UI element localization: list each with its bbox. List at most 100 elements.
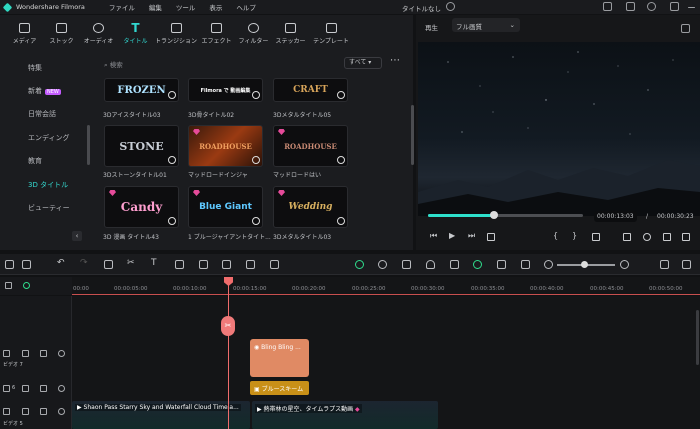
track-lock-icon[interactable] (3, 350, 10, 357)
sidebar-item-education[interactable]: 教育 (28, 156, 42, 166)
title-thumbnail[interactable]: Filmora で 動画編集 (188, 78, 263, 102)
add-marker-icon[interactable] (592, 233, 600, 241)
tab-media[interactable]: メディア (6, 15, 43, 52)
link-icon[interactable] (23, 282, 30, 289)
microphone-icon[interactable] (426, 260, 435, 269)
download-icon[interactable] (252, 156, 260, 164)
title-clip[interactable]: ◉ Bling Bling ... (250, 339, 309, 377)
subtitle-icon[interactable] (521, 260, 530, 269)
track-lock-icon[interactable] (3, 408, 10, 415)
sidebar-scrollbar[interactable] (87, 125, 90, 165)
track-speaker-icon[interactable] (40, 350, 47, 357)
camera-icon[interactable] (643, 233, 651, 241)
track-eye-icon[interactable] (58, 350, 65, 357)
settings-icon[interactable] (682, 260, 691, 269)
fullscreen-icon[interactable] (682, 233, 690, 241)
grid-scrollbar[interactable] (411, 105, 414, 165)
minimize-icon[interactable] (688, 7, 695, 8)
track-lock-icon[interactable] (3, 385, 10, 392)
tab-effects[interactable]: エフェクト (198, 15, 235, 52)
cloud-icon[interactable] (647, 2, 656, 11)
menu-help[interactable]: ヘルプ (236, 2, 256, 12)
play-icon[interactable]: ▶ (449, 231, 457, 240)
delete-icon[interactable] (104, 260, 113, 269)
zoom-out-icon[interactable] (544, 260, 553, 269)
collapse-sidebar-icon[interactable]: ‹ (72, 231, 82, 241)
download-icon[interactable] (168, 217, 176, 225)
timeline-vertical-scrollbar[interactable] (696, 310, 699, 365)
render-icon[interactable] (355, 260, 364, 269)
crop-icon[interactable] (175, 260, 184, 269)
tab-titles[interactable]: T タイトル (117, 15, 154, 52)
sidebar-item-new[interactable]: 新着 NEW (28, 86, 61, 96)
export-frame-icon[interactable] (270, 260, 279, 269)
zoom-in-icon[interactable] (620, 260, 629, 269)
timeline-ruler[interactable]: 00:00 00:00:05:00 00:00:10:00 00:00:15:0… (72, 277, 700, 295)
download-icon[interactable] (337, 217, 345, 225)
snapshot-icon[interactable] (681, 24, 690, 33)
stop-icon[interactable] (487, 233, 495, 241)
download-icon[interactable] (168, 91, 176, 99)
grid-view-icon[interactable] (660, 260, 669, 269)
download-icon[interactable] (337, 156, 345, 164)
title-thumbnail[interactable]: CRAFT (273, 78, 348, 102)
tab-templates[interactable]: テンプレート (309, 15, 353, 52)
zoom-slider-handle[interactable] (581, 261, 588, 268)
save-icon[interactable] (603, 2, 612, 11)
scissors-icon[interactable]: ✂ (127, 258, 136, 268)
redo-icon[interactable]: ↷ (80, 258, 89, 268)
tab-transitions[interactable]: トランジション (154, 15, 198, 52)
account-icon[interactable] (670, 2, 679, 11)
playhead-line[interactable] (228, 281, 229, 429)
title-thumbnail[interactable]: FROZEN (104, 78, 179, 102)
title-thumbnail[interactable]: ROADHOUSE (188, 125, 263, 167)
undo-icon[interactable]: ↶ (57, 258, 66, 268)
track-mute-icon[interactable] (22, 350, 29, 357)
snap-icon[interactable] (473, 260, 482, 269)
next-frame-icon[interactable]: ⏭ (468, 231, 476, 240)
tab-stock[interactable]: ストック (43, 15, 80, 52)
track-speaker-icon[interactable] (40, 385, 47, 392)
preview-progress-handle[interactable] (490, 211, 498, 219)
title-thumbnail[interactable]: Wedding (273, 186, 348, 228)
track-eye-icon[interactable] (58, 385, 65, 392)
sidebar-item-featured[interactable]: 特集 (28, 63, 42, 73)
keyframe-icon[interactable] (246, 260, 255, 269)
tab-filters[interactable]: フィルター (235, 15, 272, 52)
track-eye-icon[interactable] (58, 408, 65, 415)
title-thumbnail[interactable]: STONE (104, 125, 179, 167)
split-audio-icon[interactable] (497, 260, 506, 269)
sidebar-item-daily-conversation[interactable]: 日常会話 (28, 109, 56, 119)
title-thumbnail[interactable]: ROADHOUSE (273, 125, 348, 167)
gift-icon[interactable] (626, 2, 635, 11)
volume-icon[interactable] (663, 233, 671, 241)
add-track-icon[interactable] (5, 282, 12, 289)
sidebar-item-3d-titles[interactable]: 3D タイトル (28, 180, 68, 190)
shield-icon[interactable] (402, 260, 411, 269)
text-tool-icon[interactable]: T (151, 258, 160, 268)
layout-icon[interactable] (5, 260, 14, 269)
tab-audio[interactable]: オーディオ (80, 15, 117, 52)
tab-stickers[interactable]: ステッカー (272, 15, 309, 52)
effect-clip[interactable]: ▣ ブルースキーム (250, 381, 309, 395)
project-info-icon[interactable] (446, 2, 455, 11)
video-clip[interactable]: ▶ Shaon Pass Starry Sky and Waterfall Cl… (72, 401, 250, 429)
track-mute-icon[interactable] (22, 385, 29, 392)
download-icon[interactable] (337, 91, 345, 99)
track-speaker-icon[interactable] (40, 408, 47, 415)
auto-highlight-icon[interactable] (378, 260, 387, 269)
download-icon[interactable] (168, 156, 176, 164)
mark-in-icon[interactable]: { (553, 231, 561, 240)
sidebar-item-ending[interactable]: エンディング (28, 133, 70, 143)
display-icon[interactable] (623, 233, 631, 241)
download-icon[interactable] (252, 217, 260, 225)
menu-edit[interactable]: 編集 (149, 2, 162, 12)
menu-file[interactable]: ファイル (109, 2, 135, 12)
track-mute-icon[interactable] (22, 408, 29, 415)
download-icon[interactable] (252, 91, 260, 99)
audio-sync-icon[interactable] (450, 260, 459, 269)
mark-out-icon[interactable]: } (572, 231, 580, 240)
title-thumbnail[interactable]: Blue Giant (188, 186, 263, 228)
color-icon[interactable] (222, 260, 231, 269)
title-thumbnail[interactable]: Candy (104, 186, 179, 228)
